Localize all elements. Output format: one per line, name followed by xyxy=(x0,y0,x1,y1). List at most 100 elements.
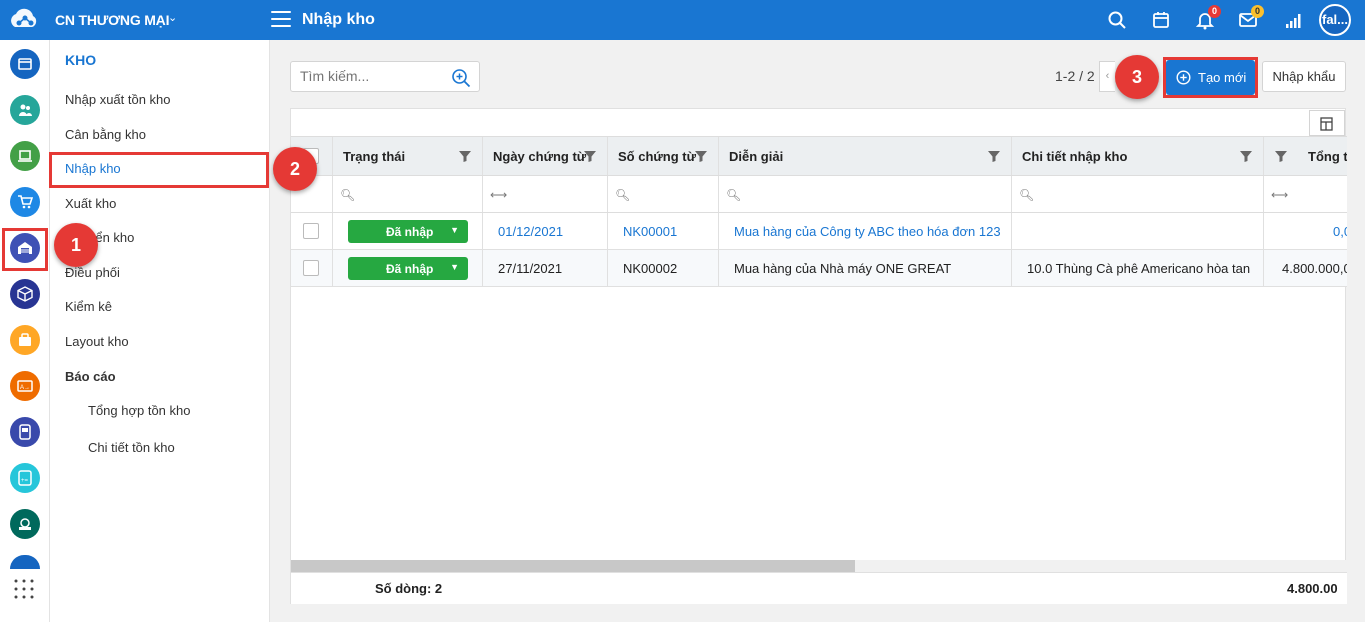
range-icon: ⟷ xyxy=(490,188,508,202)
step-marker-3: 3 xyxy=(1115,55,1159,99)
row-count: Số dòng: 2 xyxy=(375,581,443,596)
col-header-total[interactable]: Tổng t xyxy=(1264,137,1347,175)
col-header-date[interactable]: Ngày chứng từ xyxy=(483,137,608,175)
search-icon: 🔍︎ xyxy=(340,188,356,202)
row-checkbox[interactable] xyxy=(303,260,319,276)
package-icon xyxy=(19,333,31,346)
top-bar: CN THƯƠNG MẠI ⌄ Nhập kho 0 0 fal... xyxy=(0,0,1365,40)
import-button[interactable]: Nhập khẩu xyxy=(1262,61,1346,92)
menu-item-stock-detail[interactable]: Chi tiết tồn kho xyxy=(88,440,175,455)
column-chooser-button[interactable] xyxy=(1309,110,1345,136)
rail-finance[interactable] xyxy=(10,509,40,539)
menu-item-dispatch[interactable]: Điều phối xyxy=(65,265,120,280)
data-grid: Trạng thái Ngày chứng từ Số chứng từ Diễ… xyxy=(290,108,1347,604)
menu-item-stock-total[interactable]: Tổng hợp tồn kho xyxy=(88,403,190,418)
chevron-down-icon[interactable]: ⌄ xyxy=(168,11,177,24)
menu-item-issue[interactable]: Xuất kho xyxy=(65,196,116,211)
rail-sales[interactable] xyxy=(10,141,40,171)
mail-button[interactable]: 0 xyxy=(1238,5,1264,30)
number-cell[interactable]: NK00002 xyxy=(608,250,719,286)
filter-date[interactable]: ⟷ xyxy=(483,176,608,212)
rail-invoices[interactable]: A→ xyxy=(10,371,40,401)
menu-item-layout[interactable]: Layout kho xyxy=(65,334,129,349)
rail-more-app[interactable] xyxy=(10,555,40,569)
menu-item-balance[interactable]: Cân bằng kho xyxy=(65,127,146,142)
number-cell[interactable]: NK00001 xyxy=(608,213,719,249)
rail-accounting[interactable]: += xyxy=(10,463,40,493)
date-cell[interactable]: 01/12/2021 xyxy=(483,213,608,249)
row-checkbox[interactable] xyxy=(303,223,319,239)
box-icon xyxy=(17,286,33,302)
step-marker-2: 2 xyxy=(273,147,317,191)
calculator-icon: += xyxy=(18,470,32,486)
status-badge[interactable]: Đã nhập ▼ xyxy=(348,220,468,243)
filter-desc[interactable]: 🔍︎ xyxy=(719,176,1012,212)
zoom-search-icon[interactable] xyxy=(451,68,471,88)
search-input[interactable] xyxy=(300,68,448,84)
search-icon: 🔍︎ xyxy=(615,188,631,202)
col-header-desc[interactable]: Diễn giải xyxy=(719,137,1012,175)
page-title: Nhập kho xyxy=(302,11,375,28)
col-header-status[interactable]: Trạng thái xyxy=(333,137,483,175)
filter-icon[interactable] xyxy=(583,149,597,163)
pager-prev-button[interactable]: ‹ xyxy=(1099,61,1115,92)
filter-icon[interactable] xyxy=(987,149,1001,163)
rail-products[interactable] xyxy=(10,279,40,309)
rail-assets[interactable] xyxy=(10,325,40,355)
table-row[interactable]: Đã nhập ▼ 01/12/2021 NK00001 Mua hàng của… xyxy=(291,213,1347,250)
grid-header: Trạng thái Ngày chứng từ Số chứng từ Diễ… xyxy=(291,136,1347,176)
status-badge[interactable]: Đã nhập ▼ xyxy=(348,257,468,280)
rail-pos[interactable] xyxy=(10,417,40,447)
step-marker-1: 1 xyxy=(54,223,98,267)
app-rail: A→ += xyxy=(0,40,50,622)
laptop-icon xyxy=(18,150,32,162)
menu-item-stocktake[interactable]: Kiểm kê xyxy=(65,299,112,314)
total-cell: 4.800.000,0 xyxy=(1282,261,1347,276)
users-icon xyxy=(19,104,32,116)
notification-bell[interactable]: 0 xyxy=(1195,5,1221,30)
caret-down-icon: ▼ xyxy=(450,225,459,235)
dashboard-icon xyxy=(18,58,32,70)
scrollbar-thumb[interactable] xyxy=(291,560,855,572)
signal-icon[interactable] xyxy=(1284,10,1304,30)
filter-icon[interactable] xyxy=(1239,149,1253,163)
desc-cell[interactable]: Mua hàng của Công ty ABC theo hóa đơn 12… xyxy=(719,213,1012,249)
org-name[interactable]: CN THƯƠNG MẠI xyxy=(55,12,169,28)
horizontal-scrollbar[interactable] xyxy=(291,560,1347,572)
avatar[interactable]: fal... xyxy=(1319,4,1351,36)
filter-icon[interactable] xyxy=(458,149,472,163)
range-icon: ⟷ xyxy=(1271,188,1289,202)
filter-status[interactable]: 🔍︎ xyxy=(333,176,483,212)
filter-total[interactable]: ⟷ xyxy=(1264,176,1347,212)
rail-dashboard[interactable] xyxy=(10,49,40,79)
filter-row: 🔍︎ ⟷ 🔍︎ 🔍︎ 🔍︎ ⟷ xyxy=(291,176,1347,213)
col-header-detail[interactable]: Chi tiết nhập kho xyxy=(1012,137,1264,175)
date-cell[interactable]: 27/11/2021 xyxy=(483,250,608,286)
footer-total: 4.800.00 xyxy=(1287,581,1338,596)
rail-purchase[interactable] xyxy=(10,187,40,217)
side-menu: KHO Nhập xuất tồn kho Cân bằng kho Nhập … xyxy=(50,40,270,622)
mail-badge: 0 xyxy=(1251,5,1264,18)
total-cell: 0,0 xyxy=(1333,224,1347,239)
hamburger-menu-icon[interactable] xyxy=(271,11,291,29)
rail-customers[interactable] xyxy=(10,95,40,125)
filter-icon[interactable] xyxy=(694,149,708,163)
menu-item-stock-summary[interactable]: Nhập xuất tồn kho xyxy=(65,92,171,107)
desc-cell[interactable]: Mua hàng của Nhà máy ONE GREAT xyxy=(719,250,1012,286)
table-row[interactable]: Đã nhập ▼ 27/11/2021 NK00002 Mua hàng của… xyxy=(291,250,1347,287)
menu-group-reports: Báo cáo xyxy=(65,369,116,384)
search-icon[interactable] xyxy=(1107,10,1127,30)
filter-number[interactable]: 🔍︎ xyxy=(608,176,719,212)
row-select-cell xyxy=(291,213,333,249)
filter-detail[interactable]: 🔍︎ xyxy=(1012,176,1264,212)
row-select-cell xyxy=(291,250,333,286)
cart-icon xyxy=(18,195,33,209)
search-box xyxy=(290,61,480,92)
col-header-number[interactable]: Số chứng từ xyxy=(608,137,719,175)
apps-grid-icon[interactable] xyxy=(13,578,35,600)
highlight-box-step2 xyxy=(49,152,269,188)
calendar-icon[interactable] xyxy=(1151,10,1171,30)
filter-icon[interactable] xyxy=(1274,149,1288,163)
app-logo-icon[interactable] xyxy=(7,5,41,35)
status-cell: Đã nhập ▼ xyxy=(333,250,483,286)
